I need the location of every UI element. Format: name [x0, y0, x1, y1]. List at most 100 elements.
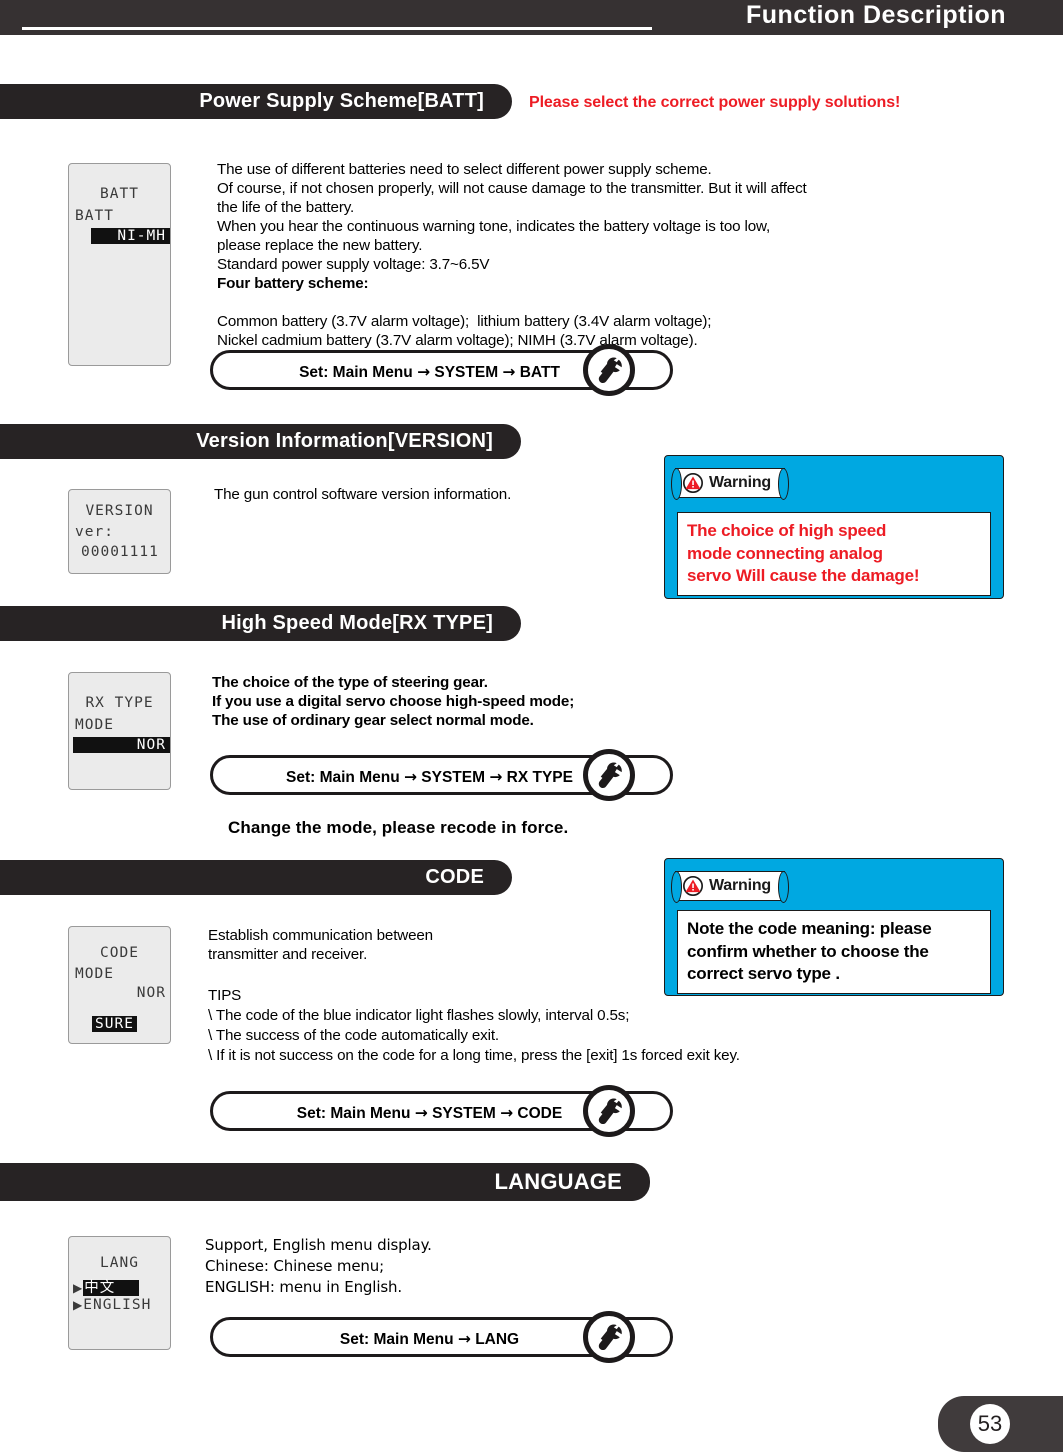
page-number: 53 [970, 1404, 1010, 1444]
code-tip-line-2: \ The success of the code automatically … [208, 1027, 499, 1044]
arrow-right-icon: → [502, 363, 516, 381]
lcd-language-option-2[interactable]: ▶ENGLISH [73, 1297, 151, 1313]
lcd-language-option-1[interactable]: ▶中文 [73, 1276, 140, 1297]
arrow-right-icon: → [500, 1104, 514, 1122]
section-bar-rx-type-label: High Speed Mode[RX TYPE] [221, 612, 493, 634]
warning-high-speed-line-2: mode connecting analog [687, 543, 883, 563]
page-title: Function Description [746, 1, 1006, 29]
wrench-icon [583, 1311, 635, 1363]
code-tip-line-1: \ The code of the blue indicator light f… [208, 1007, 630, 1024]
warning-box-high-speed: Warning The choice of high speed mode co… [664, 455, 1004, 599]
section-bar-language: LANGUAGE [0, 1163, 650, 1201]
version-body-line-1: The gun control software version informa… [214, 486, 512, 503]
arrow-right-icon: → [414, 1104, 428, 1122]
section-bar-version-label: Version Information[VERSION] [196, 430, 493, 452]
arrow-right-icon: → [489, 768, 503, 786]
warning-text-code: Note the code meaning: please confirm wh… [677, 910, 991, 994]
section-bar-code: CODE [0, 860, 512, 895]
lcd-code-value: SURE [92, 1016, 137, 1032]
warning-code-line-3: correct servo type . [687, 964, 840, 983]
set-path-code-prefix: Set: Main Menu [296, 1105, 411, 1122]
warning-text-high-speed: The choice of high speed mode connecting… [677, 512, 991, 596]
lcd-batt-line1: BATT [75, 208, 114, 224]
lcd-rx-type-line1: MODE [75, 717, 114, 733]
manual-page: Function Description Power Supply Scheme… [0, 0, 1063, 1452]
set-path-language-prefix: Set: Main Menu [339, 1331, 454, 1348]
section-bar-language-label: LANGUAGE [494, 1169, 622, 1194]
warning-triangle-icon [683, 876, 703, 896]
lcd-language-option-1-label: 中文 [83, 1280, 140, 1296]
set-path-batt-prefix: Set: Main Menu [299, 364, 413, 381]
warning-code-line-2: confirm whether to choose the [687, 941, 929, 961]
code-body-line-2: transmitter and receiver. [208, 946, 368, 963]
lcd-version: VERSION ver: 00001111 [68, 489, 171, 574]
code-tips-title: TIPS [208, 987, 242, 1004]
batt-body-tail-1: Common battery (3.7V alarm voltage); lit… [217, 313, 712, 330]
play-marker-icon: ▶ [73, 1281, 84, 1295]
warning-triangle-icon [683, 473, 703, 493]
lcd-version-line1: ver: [75, 524, 114, 540]
lcd-batt-value: NI-MH [91, 228, 170, 244]
rx-type-after-note: Change the mode, please recode in force. [228, 818, 569, 837]
language-body-line-1: Support, English menu display. [205, 1236, 432, 1254]
set-path-batt-target: BATT [519, 364, 560, 381]
warning-label-code: Warning [709, 877, 771, 894]
lcd-code-mode-value: NOR [136, 985, 166, 1001]
lcd-code-title: CODE [100, 945, 139, 961]
set-path-code-mid: SYSTEM [432, 1105, 496, 1122]
lcd-language: LANG ▶中文 ▶ENGLISH [68, 1236, 171, 1350]
wrench-icon [583, 344, 635, 396]
wrench-icon [583, 749, 635, 801]
section-bar-version: Version Information[VERSION] [0, 424, 521, 459]
warning-code-line-1: Note the code meaning: please [687, 919, 932, 938]
lcd-batt-title: BATT [100, 186, 139, 202]
set-path-code-target: CODE [517, 1105, 563, 1122]
language-body-line-2: Chinese: Chinese menu; [205, 1257, 385, 1275]
section-bar-code-label: CODE [425, 866, 484, 888]
arrow-right-icon: → [417, 363, 431, 381]
page-header: Function Description [0, 0, 1063, 35]
play-marker-icon: ▶ [73, 1298, 84, 1312]
arrow-right-icon: → [457, 1330, 471, 1348]
section-bar-power-supply: Power Supply Scheme[BATT] [0, 84, 512, 119]
set-path-rx-type-target: RX TYPE [506, 769, 573, 786]
lcd-rx-type-value: NOR [73, 737, 170, 753]
batt-body-bold: Four battery scheme: [217, 275, 369, 292]
page-footer: 53 [938, 1396, 1063, 1452]
lcd-version-title: VERSION [85, 503, 154, 519]
lcd-batt: BATT BATT NI-MH [68, 163, 171, 366]
warning-high-speed-line-3: servo Will cause the damage! [687, 566, 920, 585]
batt-body-line-3: the life of the battery. [217, 199, 355, 216]
warning-ribbon-high-speed: Warning [671, 468, 789, 500]
wrench-icon [583, 1085, 635, 1137]
warning-label-high-speed: Warning [709, 474, 771, 491]
code-tip-line-3: \ If it is not success on the code for a… [208, 1047, 740, 1064]
section-bar-power-supply-label: Power Supply Scheme[BATT] [199, 90, 484, 112]
rx-type-body-line-3: The use of ordinary gear select normal m… [212, 712, 534, 729]
batt-body-line-2: Of course, if not chosen properly, will … [217, 180, 807, 197]
warning-ribbon-code: Warning [671, 871, 789, 903]
power-supply-note: Please select the correct power supply s… [529, 94, 901, 111]
warning-box-code: Warning Note the code meaning: please co… [664, 858, 1004, 996]
lcd-language-option-2-label: ENGLISH [83, 1297, 152, 1313]
rx-type-body-line-2: If you use a digital servo choose high-s… [212, 693, 575, 710]
lcd-code-line1: MODE [75, 966, 114, 982]
batt-body-line-4: When you hear the continuous warning ton… [217, 218, 771, 235]
lcd-code: CODE MODE NOR SURE [68, 926, 171, 1044]
set-path-rx-type-prefix: Set: Main Menu [286, 769, 400, 786]
batt-body-line-5: please replace the new battery. [217, 237, 423, 254]
lcd-rx-type: RX TYPE MODE NOR [68, 672, 171, 790]
rx-type-body-line-1: The choice of the type of steering gear. [212, 674, 488, 691]
lcd-version-line2: 00001111 [81, 544, 159, 560]
header-underline [22, 27, 652, 30]
lcd-rx-type-title: RX TYPE [85, 695, 154, 711]
set-path-language-target: LANG [475, 1331, 520, 1348]
arrow-right-icon: → [403, 768, 417, 786]
set-path-batt-mid: SYSTEM [434, 364, 499, 381]
batt-body-line-6: Standard power supply voltage: 3.7~6.5V [217, 256, 490, 273]
batt-body-tail-2: Nickel cadmium battery (3.7V alarm volta… [217, 332, 698, 349]
warning-high-speed-line-1: The choice of high speed [687, 521, 887, 540]
section-bar-rx-type: High Speed Mode[RX TYPE] [0, 606, 521, 641]
batt-body-line-1: The use of different batteries need to s… [217, 161, 712, 178]
code-body-line-1: Establish communication between [208, 927, 433, 944]
